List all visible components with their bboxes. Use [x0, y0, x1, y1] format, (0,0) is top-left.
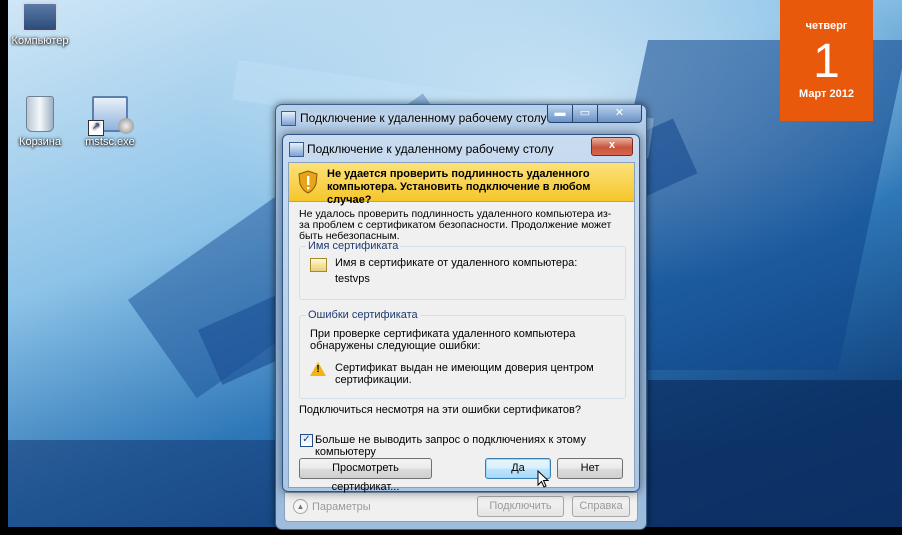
remote-desktop-icon [289, 142, 304, 157]
calendar-weekday: четверг [805, 20, 848, 32]
certificate-caption: Имя в сертификате от удаленного компьюте… [335, 257, 578, 269]
shield-warning-icon [298, 170, 318, 194]
recycle-bin-icon [26, 96, 54, 132]
dont-ask-checkbox[interactable]: ✓ [300, 434, 313, 447]
view-certificate-button[interactable]: Просмотреть сертификат... [299, 458, 432, 493]
minimize-button[interactable]: ▬ [547, 105, 573, 123]
desktop-icon-label: Компьютер [11, 35, 69, 47]
desktop-icon-mstsc[interactable]: ↗ mstsc.exe [75, 96, 145, 148]
certificate-warning-dialog[interactable]: Подключение к удаленному рабочему столу … [282, 134, 640, 493]
close-button[interactable]: ✕ [598, 105, 642, 123]
group-legend: Ошибки сертификата [306, 309, 420, 321]
desktop-icon-recycle-bin[interactable]: Корзина [5, 96, 75, 148]
connect-question: Подключиться несмотря на эти ошибки серт… [299, 404, 581, 416]
mouse-pointer-icon [537, 470, 549, 488]
remote-desktop-icon [281, 111, 296, 126]
desktop-icon-label: mstsc.exe [85, 136, 135, 148]
dialog-title: Подключение к удаленному рабочему столу [307, 142, 554, 156]
desktop-icon-computer[interactable]: Компьютер [5, 0, 75, 47]
certificate-errors-group: Ошибки сертификата При проверке сертифик… [299, 309, 626, 399]
dialog-body: Не удается проверить подлинность удаленн… [288, 162, 635, 493]
calendar-month: Март 2012 [799, 88, 854, 100]
shortcut-arrow-icon: ↗ [88, 120, 104, 136]
warning-message: Не удалось проверить подлинность удаленн… [299, 208, 612, 242]
certificate-icon [310, 258, 327, 272]
wallpaper-shape [648, 380, 902, 535]
maximize-button[interactable]: ▭ [573, 105, 598, 123]
window-title: Подключение к удаленному рабочему столу [300, 111, 547, 125]
no-button[interactable]: Нет [557, 458, 623, 479]
chevron-down-icon: ▲ [293, 499, 308, 514]
remote-desktop-app-icon: ↗ [88, 96, 134, 136]
calendar-day: 1 [813, 35, 840, 88]
connection-disc-icon [118, 118, 134, 134]
errors-description: При проверке сертификата удаленного комп… [310, 328, 576, 352]
warning-banner: Не удается проверить подлинность удаленн… [289, 163, 634, 206]
group-legend: Имя сертификата [306, 240, 401, 252]
warning-mark: ! [316, 364, 320, 375]
warning-heading: Не удается проверить подлинность удаленн… [327, 168, 591, 206]
certificate-value: testvps [335, 273, 370, 285]
dialog-close-button[interactable]: x [591, 137, 633, 156]
parameters-toggle[interactable]: ▲ Параметры [293, 499, 371, 514]
parameters-label: Параметры [312, 500, 371, 513]
desktop-icon-label: Корзина [19, 136, 61, 148]
certificate-error-text: Сертификат выдан не имеющим доверия цент… [335, 362, 594, 386]
dont-ask-label[interactable]: Больше не выводить запрос о подключениях… [315, 434, 634, 458]
help-button[interactable]: Справка [572, 496, 630, 517]
connect-button[interactable]: Подключить [477, 496, 564, 517]
computer-icon [22, 2, 58, 32]
certificate-name-group: Имя сертификата Имя в сертификате от уда… [299, 240, 626, 300]
calendar-gadget[interactable]: четверг 1 Март 2012 [780, 0, 873, 121]
screen-border [0, 0, 8, 535]
